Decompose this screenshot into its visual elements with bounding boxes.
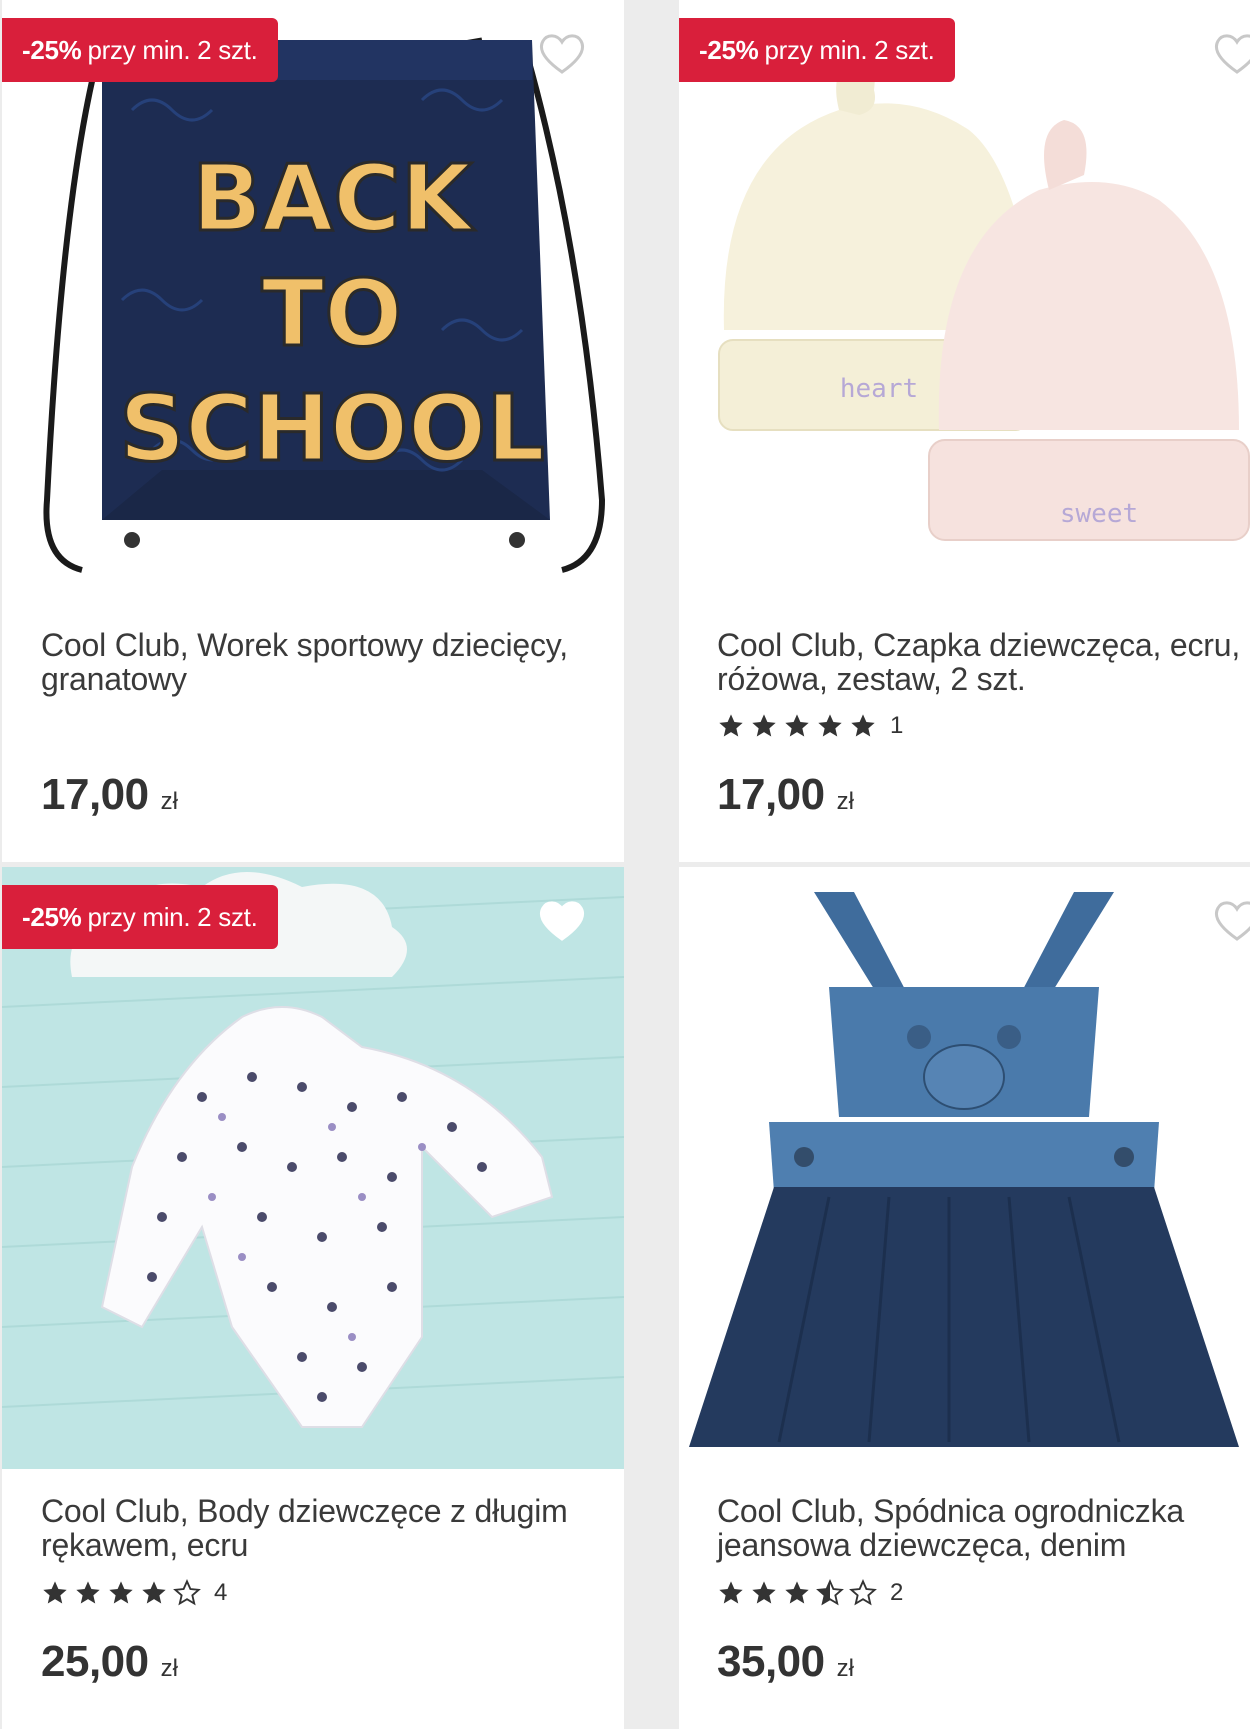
star-icon [785, 714, 809, 737]
promo-badge: -25% przy min. 2 szt. [679, 18, 955, 82]
product-image[interactable]: BACK TO SCHOOL [2, 0, 624, 602]
bag-print-line: TO [262, 260, 403, 367]
star-outline-icon [173, 1579, 201, 1606]
promo-badge: -25% przy min. 2 szt. [2, 885, 278, 949]
hat-print: sweet [1060, 499, 1138, 529]
bag-print-line: SCHOOL [119, 375, 545, 482]
product-rating: 4 [41, 1579, 227, 1607]
promo-percent: -25% [22, 34, 82, 65]
promo-text: przy min. 2 szt. [87, 901, 258, 932]
star-icon [719, 1581, 743, 1604]
product-card[interactable]: heart sweet -25% przy min. 2 szt. Cool C… [679, 0, 1250, 862]
star-outline-icon [849, 1579, 877, 1606]
promo-percent: -25% [699, 34, 759, 65]
heart-outline-icon[interactable] [1212, 897, 1250, 943]
heart-outline-icon[interactable] [537, 897, 587, 943]
product-grid: BACK TO SCHOOL -25% przy min. 2 szt. Coo… [0, 0, 1250, 1729]
rating-stars [717, 1579, 882, 1607]
price-currency: zł [160, 788, 178, 815]
price-amount: 25,00 [41, 1637, 149, 1686]
rating-count: 4 [214, 1579, 228, 1606]
rating-stars [41, 1579, 206, 1607]
product-price: 25,00 zł [41, 1637, 178, 1687]
product-title[interactable]: Cool Club, Body dziewczęce z długim ręka… [41, 1494, 571, 1562]
star-half-icon [816, 1579, 844, 1606]
promo-text: przy min. 2 szt. [87, 34, 258, 65]
bag-print-line: BACK [192, 145, 476, 252]
product-title[interactable]: Cool Club, Worek sportowy dziecięcy, gra… [41, 628, 571, 696]
promo-badge: -25% przy min. 2 szt. [2, 18, 278, 82]
product-image[interactable]: heart sweet [679, 0, 1250, 602]
product-card[interactable]: BACK TO SCHOOL -25% przy min. 2 szt. Coo… [2, 0, 624, 862]
product-rating: 1 [717, 712, 903, 740]
promo-text: przy min. 2 szt. [764, 34, 935, 65]
price-amount: 35,00 [717, 1637, 825, 1686]
product-card[interactable]: -25% przy min. 2 szt. Cool Club, Body dz… [2, 867, 624, 1729]
star-icon [752, 714, 776, 737]
star-icon [818, 714, 842, 737]
product-card[interactable]: Cool Club, Spódnica ogrodniczka jeansowa… [679, 867, 1250, 1729]
price-amount: 17,00 [41, 770, 149, 819]
rating-stars [717, 712, 882, 740]
heart-outline-icon[interactable] [1212, 30, 1250, 76]
hat-print: heart [840, 374, 918, 404]
price-currency: zł [836, 1655, 854, 1682]
product-image[interactable] [2, 867, 624, 1469]
price-currency: zł [160, 1655, 178, 1682]
star-icon [43, 1581, 67, 1604]
price-currency: zł [836, 788, 854, 815]
star-icon [851, 714, 875, 737]
star-icon [76, 1581, 100, 1604]
product-price: 35,00 zł [717, 1637, 854, 1687]
star-icon [752, 1581, 776, 1604]
product-rating: 2 [717, 1579, 903, 1607]
rating-count: 2 [890, 1579, 904, 1606]
product-title[interactable]: Cool Club, Spódnica ogrodniczka jeansowa… [717, 1494, 1247, 1562]
promo-percent: -25% [22, 901, 82, 932]
product-title[interactable]: Cool Club, Czapka dziewczęca, ecru, różo… [717, 628, 1247, 696]
product-price: 17,00 zł [717, 770, 854, 820]
star-icon [785, 1581, 809, 1604]
star-icon [109, 1581, 133, 1604]
rating-count: 1 [890, 712, 904, 739]
price-amount: 17,00 [717, 770, 825, 819]
product-price: 17,00 zł [41, 770, 178, 820]
product-image[interactable] [679, 867, 1250, 1469]
star-icon [719, 714, 743, 737]
star-icon [142, 1581, 166, 1604]
heart-outline-icon[interactable] [537, 30, 587, 76]
